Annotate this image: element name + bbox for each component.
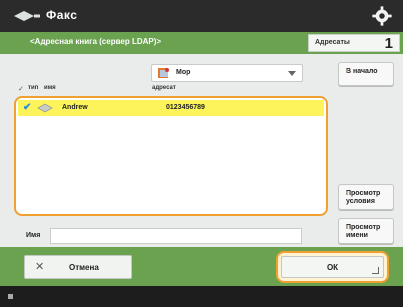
fax-contact-icon (37, 103, 53, 113)
column-check[interactable]: ✓ (18, 85, 24, 93)
fax-app-icon (14, 11, 40, 21)
cancel-button-label: Отмена (69, 263, 99, 272)
recipients-count: 1 (384, 35, 393, 52)
ok-button-focus: ОК (276, 251, 389, 283)
chevron-down-icon (288, 71, 296, 76)
status-indicator-icon (8, 294, 13, 299)
recipients-counter[interactable]: Адресаты 1 (308, 34, 400, 52)
name-input[interactable] (50, 228, 302, 244)
address-book-icon (158, 68, 169, 78)
bottom-action-bar: ✕ Отмена ОК (0, 247, 403, 286)
details-button[interactable]: В начало › (338, 62, 394, 86)
search-by-condition-button[interactable]: Просмотр условия › (338, 184, 394, 210)
app-title: Факс (46, 8, 78, 22)
row-name: Andrew (62, 104, 88, 111)
table-row[interactable]: ✔ Andrew 0123456789 (18, 100, 324, 116)
column-type[interactable]: тип (28, 85, 38, 91)
close-icon: ✕ (35, 261, 45, 273)
corner-mark-icon (372, 267, 379, 274)
ok-button-label: ОК (326, 263, 339, 272)
recipients-label: Адресаты (315, 39, 350, 46)
row-address: 0123456789 (166, 104, 205, 111)
search-by-name-button[interactable]: Просмотр имени › (338, 218, 394, 244)
chevron-right-icon: › (346, 224, 349, 231)
filter-selected-value: Мор (176, 69, 191, 76)
fax-address-book-screen: Факс <Адресная книга (сервер LDAP)> Адре… (0, 0, 403, 307)
top-header: Факс (0, 0, 403, 32)
chevron-right-icon: › (346, 190, 349, 197)
main-panel: Мор ✓ тип имя адресат ✔ Andrew 012345678… (0, 54, 403, 247)
name-field-label: Имя (26, 232, 41, 239)
check-mark-icon: ✔ (23, 102, 32, 113)
cancel-button[interactable]: ✕ Отмена (24, 255, 132, 279)
ok-button[interactable]: ОК (281, 256, 384, 278)
address-book-bar: <Адресная книга (сервер LDAP)> Адресаты … (0, 32, 403, 54)
filter-dropdown[interactable]: Мор (151, 64, 303, 82)
address-list[interactable]: ✔ Andrew 0123456789 (14, 96, 328, 216)
address-book-path: <Адресная книга (сервер LDAP)> (30, 37, 162, 46)
status-bar (0, 286, 403, 307)
column-address[interactable]: адресат (152, 85, 176, 91)
chevron-right-icon: › (346, 68, 349, 75)
gear-icon[interactable] (371, 5, 393, 27)
column-name[interactable]: имя (44, 85, 56, 91)
